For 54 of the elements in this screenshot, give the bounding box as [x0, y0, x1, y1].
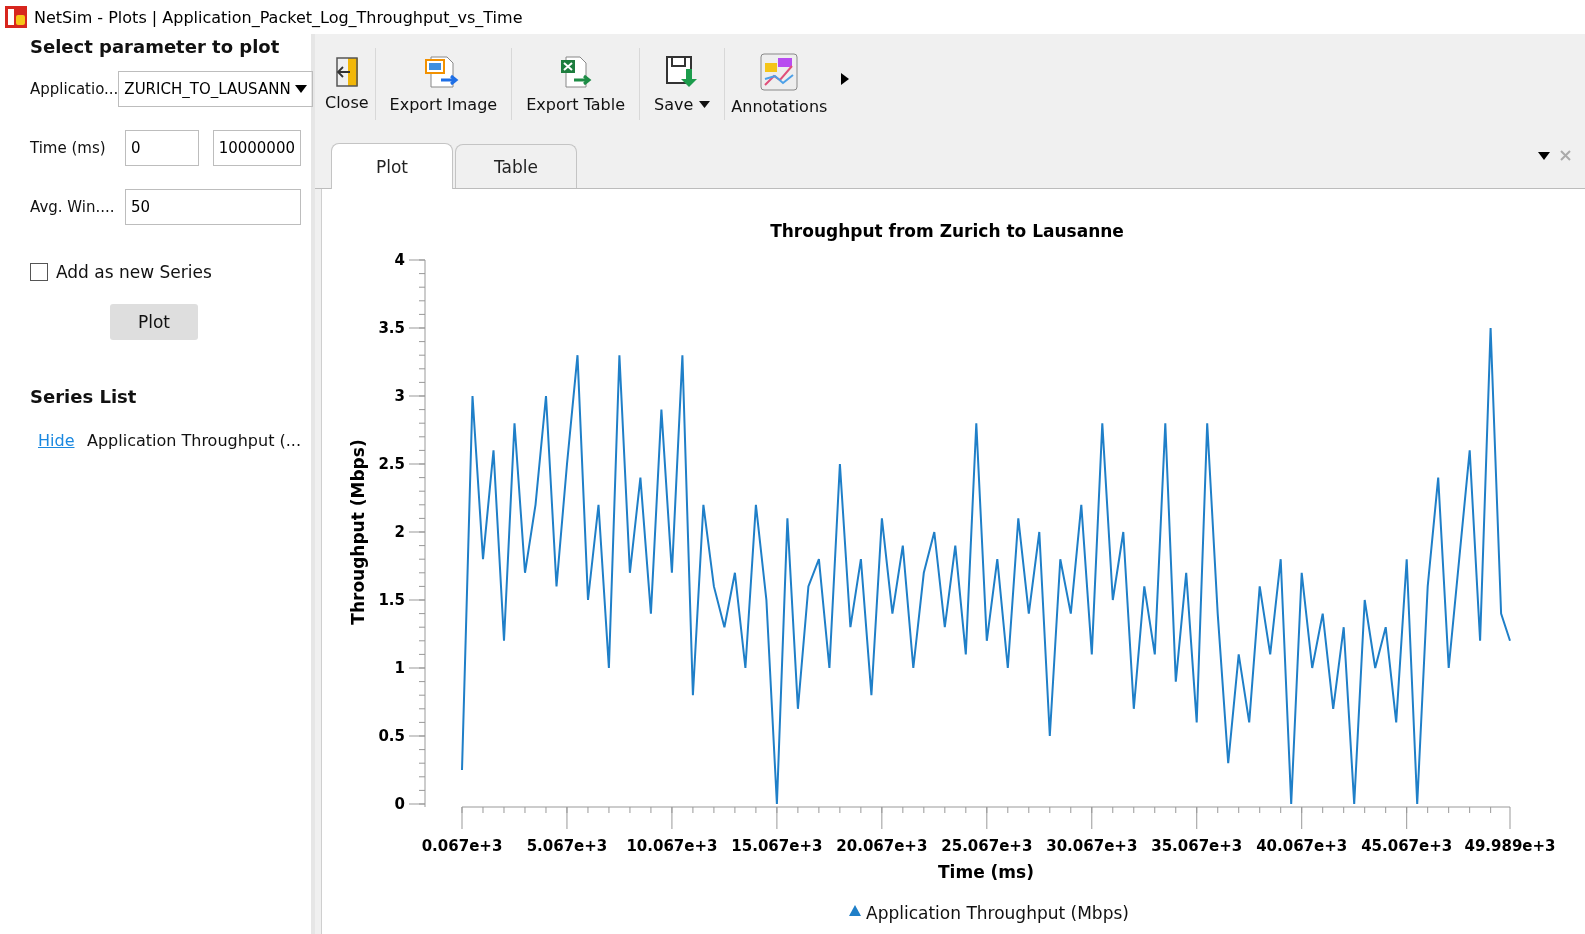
x-tick-label: 45.067e+3 [1361, 837, 1453, 855]
tab[interactable]: Plot [331, 143, 453, 189]
section-heading: Select parameter to plot [30, 36, 281, 57]
legend-triangle-icon [849, 905, 861, 916]
x-tick-label: 25.067e+3 [941, 837, 1033, 855]
input-field[interactable]: 10000000 [212, 130, 301, 166]
x-tick-label: 35.067e+3 [1151, 837, 1243, 855]
x-tick-label: 20.067e+3 [836, 837, 928, 855]
toolbar-button[interactable]: Save [640, 44, 725, 124]
x-tick-label: 15.067e+3 [731, 837, 823, 855]
y-tick-label: 0.5 [378, 727, 405, 745]
hide-link[interactable]: Hide [38, 431, 87, 450]
toolbar-button[interactable]: Annotations [725, 44, 834, 124]
y-tick-label: 3.5 [378, 319, 405, 337]
y-tick-label: 0 [394, 795, 405, 813]
x-tick-label: 0.067e+3 [421, 837, 503, 855]
field-label: Time (ms) [30, 139, 107, 157]
x-tick-label: 10.067e+3 [626, 837, 718, 855]
y-axis-title: Throughput (Mbps) [348, 439, 368, 625]
y-tick-label: 1 [394, 659, 405, 677]
legend-label: Application Throughput (Mbps) [866, 903, 1129, 923]
x-axis-title: Time (ms) [938, 862, 1034, 882]
checkbox[interactable] [30, 263, 48, 281]
dropdown-field[interactable]: ZURICH_TO_LAUSANN [118, 71, 313, 107]
app-logo-icon [4, 5, 28, 29]
section-heading: Series List [30, 386, 138, 407]
input-field[interactable]: 50 [125, 189, 301, 225]
checkbox-label: Add as new Series [56, 262, 212, 282]
x-tick-label: 40.067e+3 [1256, 837, 1348, 855]
y-tick-label: 2.5 [378, 455, 405, 473]
x-tick-label: 49.989e+3 [1464, 837, 1556, 855]
window-title: NetSim - Plots | Application_Packet_Log_Throughput_vs_Time [34, 7, 523, 27]
chart-title: Throughput from Zurich to Lausanne [770, 221, 1124, 241]
y-tick-label: 2 [394, 523, 405, 541]
x-tick-label: 30.067e+3 [1046, 837, 1138, 855]
series-name: Application Throughput (... [87, 431, 301, 450]
y-tick-label: 1.5 [378, 591, 405, 609]
input-field[interactable]: 0 [125, 130, 199, 166]
x-tick-label: 5.067e+3 [526, 837, 608, 855]
toolbar-button[interactable]: Export Table [512, 44, 639, 124]
y-tick-label: 3 [394, 387, 405, 405]
field-label: Applicatio... [30, 80, 119, 98]
y-tick-label: 4 [394, 251, 405, 269]
dropdown-caret-icon [294, 85, 307, 93]
toolbar-button[interactable]: Export Image [375, 44, 512, 124]
dropdown-caret-icon [699, 100, 711, 108]
tab[interactable]: Table [455, 144, 577, 188]
annotated-chart-icon [760, 52, 799, 91]
toolbar-button[interactable]: Close [319, 44, 375, 124]
exit-icon [333, 56, 360, 87]
field-label: Avg. Win.... [30, 198, 116, 216]
overflow-arrow-icon[interactable] [841, 73, 850, 85]
dropdown-caret-icon[interactable] [1538, 151, 1550, 160]
plot-button[interactable]: Plot [110, 304, 198, 340]
